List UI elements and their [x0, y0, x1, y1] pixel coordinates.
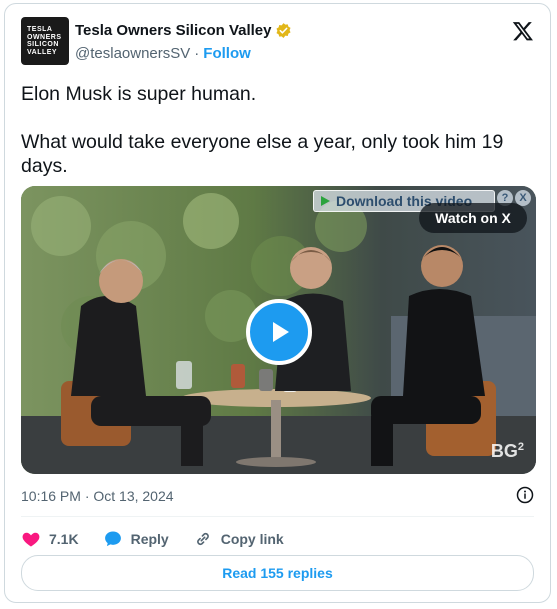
x-logo-icon[interactable] [512, 20, 534, 42]
like-button[interactable]: 7.1K [21, 529, 79, 549]
avatar-text-line: VALLEY [27, 48, 58, 56]
watermark: BG2 [491, 441, 524, 462]
reply-label: Reply [130, 531, 169, 547]
follow-button[interactable]: Follow [203, 45, 251, 62]
like-count: 7.1K [49, 531, 79, 547]
play-icon [273, 322, 289, 342]
author-name[interactable]: Tesla Owners Silicon Valley [75, 22, 271, 39]
tweet-paragraph: Elon Musk is super human. [21, 83, 257, 105]
divider [21, 516, 534, 517]
reply-bubble-icon [104, 531, 121, 547]
author-name-row: Tesla Owners Silicon Valley [75, 22, 292, 39]
timestamp[interactable]: 10:16 PM · Oct 13, 2024 [21, 488, 174, 504]
heart-icon [22, 532, 40, 547]
tweet-card[interactable]: TESLA OWNERS SILICON VALLEY Tesla Owners… [4, 3, 551, 603]
play-arrow-icon [321, 196, 330, 206]
avatar-text-line: OWNERS [27, 33, 62, 41]
verified-badge-icon [276, 23, 291, 38]
play-button[interactable] [246, 299, 312, 365]
info-icon[interactable] [516, 486, 534, 504]
reply-button[interactable]: Reply [103, 529, 169, 549]
tweet-text: Elon Musk is super human. What would tak… [21, 82, 531, 202]
avatar[interactable]: TESLA OWNERS SILICON VALLEY [21, 17, 69, 65]
video-player[interactable]: Download this video ? X Watch on X BG2 [21, 186, 536, 474]
handle-row: @teslaownersSV · Follow [75, 45, 251, 62]
link-icon [196, 532, 209, 546]
copy-link-button[interactable]: Copy link [193, 529, 284, 549]
watch-on-x-button[interactable]: Watch on X [419, 203, 527, 233]
avatar-text-line: TESLA [27, 26, 53, 33]
watermark-text: BG [490, 441, 518, 461]
read-replies-button[interactable]: Read 155 replies [21, 555, 534, 591]
author-handle[interactable]: @teslaownersSV [75, 45, 190, 62]
avatar-text-line: SILICON [27, 41, 59, 48]
copy-link-label: Copy link [220, 531, 284, 547]
watermark-sup: 2 [517, 441, 524, 453]
separator-dot: · [194, 45, 200, 62]
action-bar: 7.1K Reply Copy link [21, 524, 308, 554]
tweet-paragraph: What would take everyone else a year, on… [21, 131, 504, 177]
